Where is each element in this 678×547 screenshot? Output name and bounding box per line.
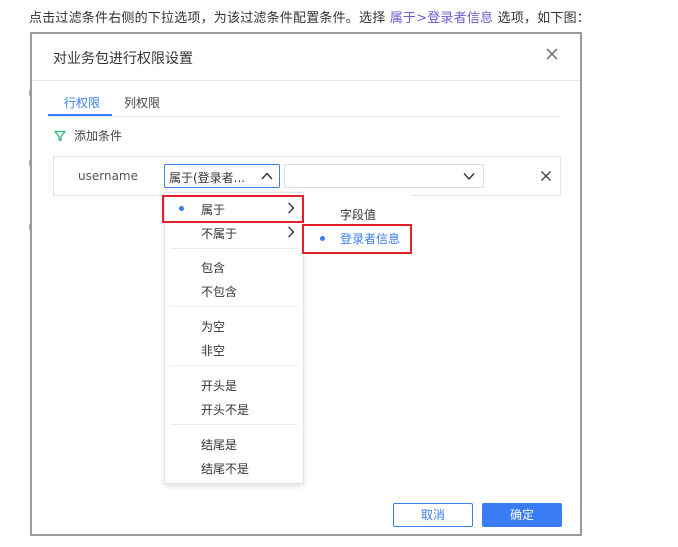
menu-item-not-contains[interactable]: 不包含 xyxy=(201,283,237,300)
menu-item-not-starts-with[interactable]: 开头不是 xyxy=(201,401,249,418)
doc-highlight-link[interactable]: 属于>登录者信息 xyxy=(390,11,494,26)
condition-row: username 属于(登录者... xyxy=(53,156,561,196)
tabs-divider xyxy=(48,116,560,117)
menu-divider xyxy=(171,424,297,425)
permission-dialog: 对业务包进行权限设置 行权限 列权限 添加条件 username 属于(登录者.… xyxy=(30,32,582,536)
close-icon[interactable] xyxy=(544,46,560,62)
add-condition-label: 添加条件 xyxy=(74,129,123,143)
menu-divider xyxy=(171,365,297,366)
filter-icon xyxy=(54,130,66,141)
operator-select[interactable]: 属于(登录者... xyxy=(164,164,280,188)
highlight-box-belongs xyxy=(162,195,304,223)
menu-divider xyxy=(171,248,297,249)
dialog-title: 对业务包进行权限设置 xyxy=(53,51,193,67)
chevron-up-icon xyxy=(261,172,273,180)
add-condition-button[interactable]: 添加条件 xyxy=(54,127,122,144)
tab-row-permission[interactable]: 行权限 xyxy=(64,94,100,111)
menu-item-not-belongs[interactable]: 不属于 xyxy=(201,225,237,242)
cancel-button[interactable]: 取消 xyxy=(393,503,473,527)
operator-dropdown-menu: 属于 不属于 包含 不包含 为空 非空 开头是 开头不是 结尾是 结尾不是 xyxy=(164,192,304,484)
doc-text-after: 选项，如下图： xyxy=(493,11,590,26)
ok-button[interactable]: 确定 xyxy=(482,503,562,527)
menu-item-ends-with[interactable]: 结尾是 xyxy=(201,436,237,453)
submenu-item-field-value[interactable]: 字段值 xyxy=(340,206,376,223)
dialog-header: 对业务包进行权限设置 xyxy=(32,34,580,81)
doc-text-before: 点击过滤条件右侧的下拉选项，为该过滤条件配置条件。选择 xyxy=(29,11,390,26)
chevron-down-icon xyxy=(463,173,475,181)
menu-item-starts-with[interactable]: 开头是 xyxy=(201,377,237,394)
menu-item-is-empty[interactable]: 为空 xyxy=(201,318,225,335)
doc-instruction: 点击过滤条件右侧的下拉选项，为该过滤条件配置条件。选择 属于>登录者信息 选项，… xyxy=(29,7,590,26)
chevron-right-icon xyxy=(288,226,295,238)
delete-condition-icon[interactable] xyxy=(540,170,552,182)
condition-field-name: username xyxy=(78,169,138,183)
tab-column-permission[interactable]: 列权限 xyxy=(124,94,160,111)
menu-item-contains[interactable]: 包含 xyxy=(201,259,225,276)
highlight-box-login-user-info xyxy=(302,224,412,254)
menu-item-not-empty[interactable]: 非空 xyxy=(201,342,225,359)
value-select[interactable] xyxy=(284,164,484,188)
menu-item-not-ends-with[interactable]: 结尾不是 xyxy=(201,460,249,477)
menu-divider xyxy=(171,306,297,307)
operator-select-value: 属于(登录者... xyxy=(169,171,246,185)
